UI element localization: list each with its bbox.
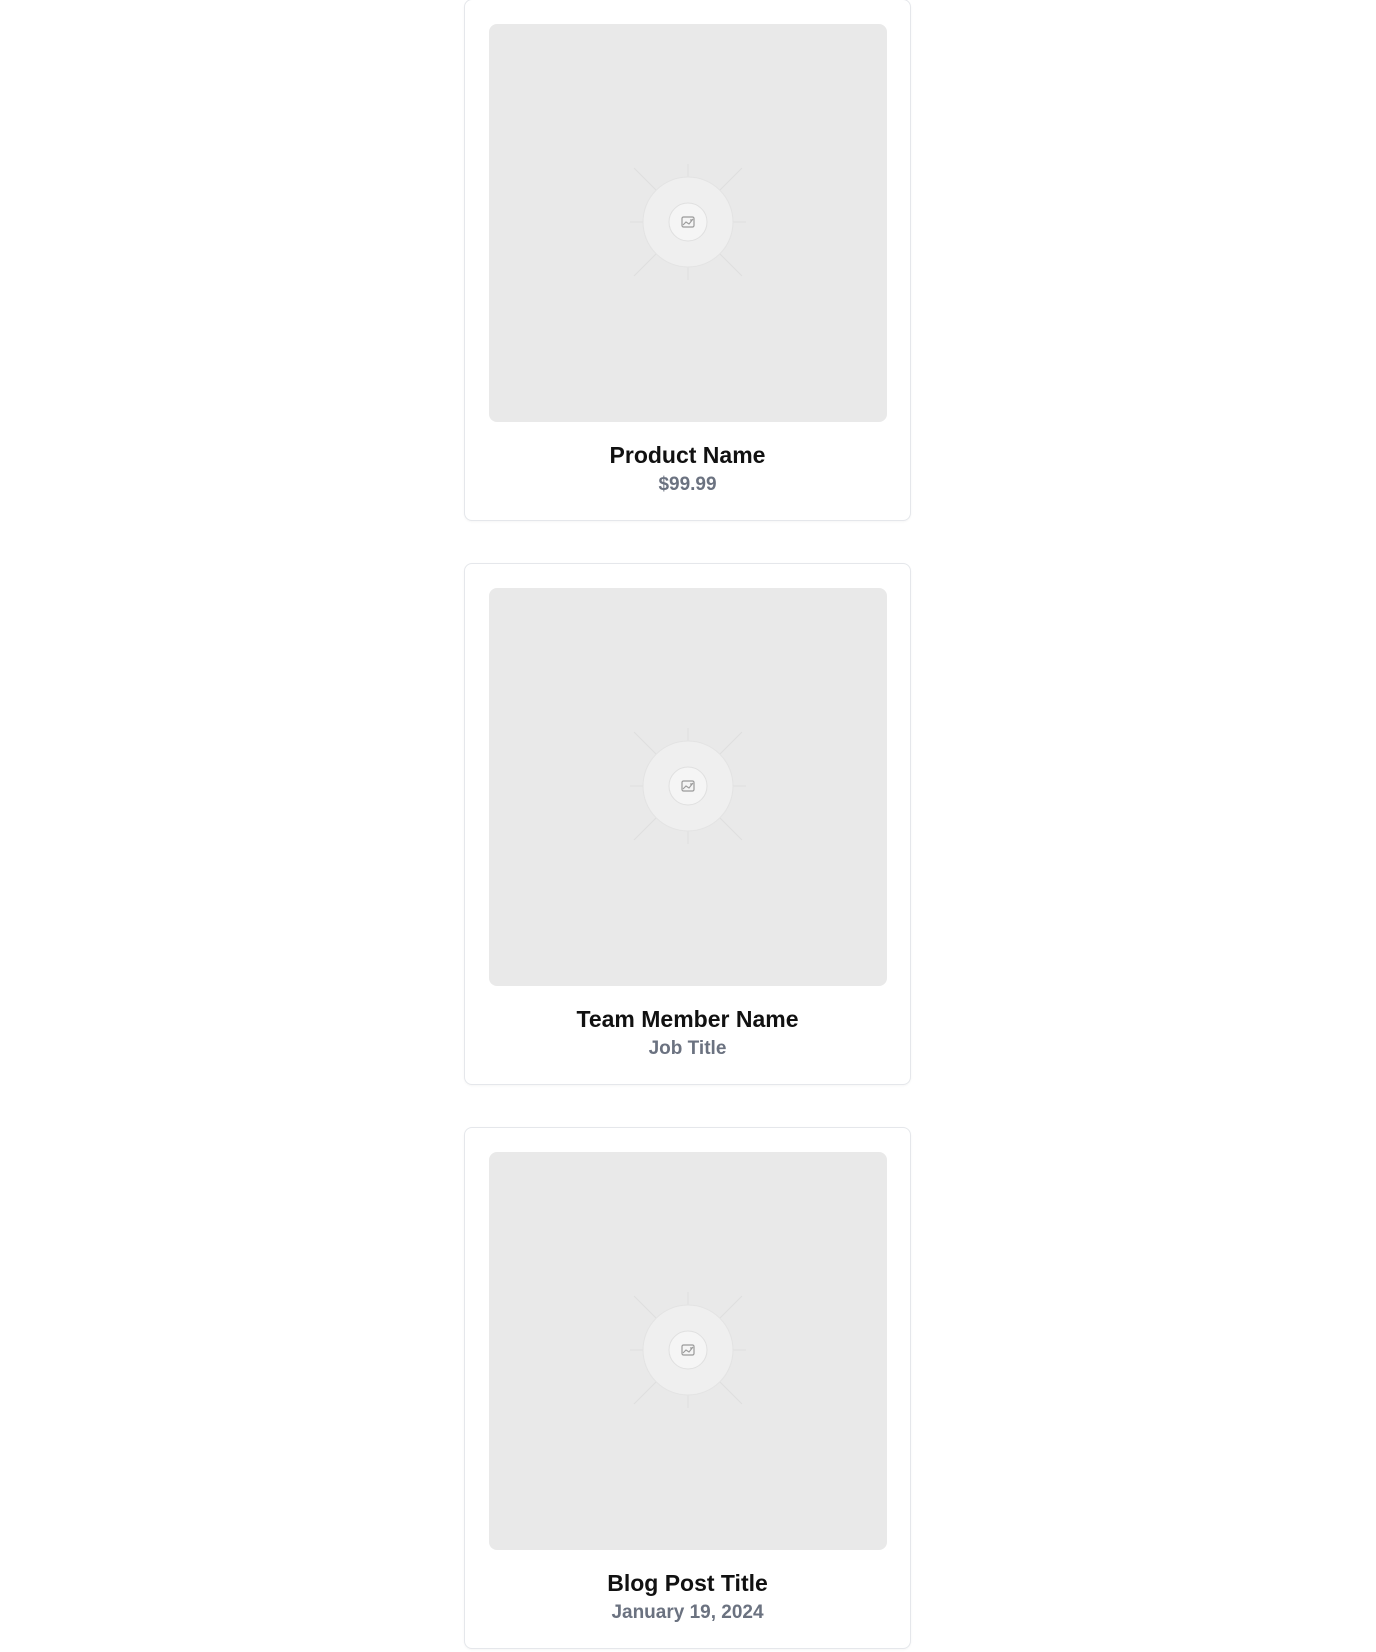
team-member-card[interactable]: Team Member Name Job Title (464, 563, 911, 1085)
team-member-image-placeholder (489, 588, 887, 986)
product-image-placeholder (489, 24, 887, 422)
blog-post-date: January 19, 2024 (611, 1602, 764, 1623)
team-member-name: Team Member Name (576, 1006, 799, 1032)
image-placeholder-icon (630, 1292, 746, 1408)
image-placeholder-icon (630, 728, 746, 844)
team-member-job-title: Job Title (648, 1038, 727, 1059)
product-price: $99.99 (658, 474, 717, 495)
blog-post-image-placeholder (489, 1152, 887, 1550)
product-name: Product Name (609, 442, 766, 468)
image-placeholder-icon (630, 164, 746, 280)
blog-post-title: Blog Post Title (607, 1570, 768, 1596)
blog-post-card[interactable]: Blog Post Title January 19, 2024 (464, 1127, 911, 1649)
product-card[interactable]: Product Name $99.99 (464, 0, 911, 521)
